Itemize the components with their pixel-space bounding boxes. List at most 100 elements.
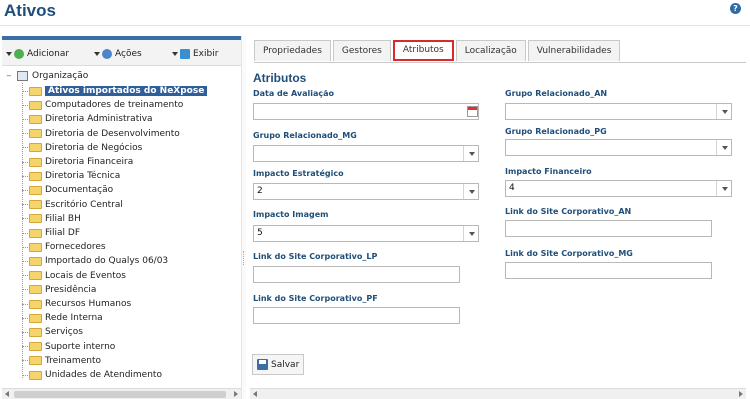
tree-item-label: Escritório Central	[45, 199, 123, 210]
save-button[interactable]: Salvar	[252, 354, 304, 375]
tree-branch-line	[22, 360, 28, 362]
view-menu-button[interactable]: Exibir	[172, 47, 218, 61]
impacto-estrategico-value: 2	[257, 186, 263, 196]
folder-icon	[29, 114, 42, 124]
link-pf-input[interactable]	[253, 307, 460, 324]
tree-item[interactable]: Ativos importados do NeXpose	[22, 85, 208, 97]
tree-horizontal-scrollbar[interactable]	[2, 388, 241, 399]
tree-item[interactable]: Diretoria de Desenvolvimento	[22, 128, 180, 140]
tree-item[interactable]: Rede Interna	[22, 312, 103, 324]
actions-menu-button[interactable]: Ações	[94, 47, 142, 61]
add-icon	[14, 49, 24, 59]
tree-branch-line	[22, 260, 28, 262]
scroll-right-icon[interactable]	[739, 391, 743, 397]
folder-icon	[29, 256, 42, 266]
tab-atributos[interactable]: Atributos	[392, 40, 454, 61]
scroll-right-icon[interactable]	[234, 391, 238, 397]
tree-item[interactable]: Diretoria Administrativa	[22, 113, 153, 125]
tree-branch-line	[22, 118, 28, 120]
tree-item-label: Recursos Humanos	[45, 299, 132, 309]
tree-item[interactable]: Fornecedores	[22, 241, 106, 253]
grupo-mg-select[interactable]	[253, 145, 479, 162]
chevron-down-icon[interactable]	[716, 104, 731, 119]
details-panel: Propriedades Gestores Atributos Localiza…	[246, 36, 750, 399]
tree-item[interactable]: Documentação	[22, 184, 113, 196]
tree-branch-line	[22, 275, 28, 277]
tree-item[interactable]: Diretoria Técnica	[22, 170, 120, 182]
scroll-left-icon[interactable]	[5, 391, 9, 397]
tree-item[interactable]: Diretoria Financeira	[22, 156, 133, 168]
details-horizontal-scrollbar[interactable]	[250, 388, 746, 399]
tree-item[interactable]: Computadores de treinamento	[22, 99, 183, 111]
tree-item-label: Treinamento	[45, 355, 101, 366]
collapse-icon[interactable]: −	[6, 72, 12, 80]
page-title: Ativos	[4, 1, 56, 20]
tree-item[interactable]: Importado do Qualys 06/03	[22, 255, 168, 267]
tree-item[interactable]: Filial BH	[22, 213, 81, 225]
add-menu-button[interactable]: Adicionar	[6, 47, 69, 61]
calendar-icon[interactable]	[467, 106, 478, 117]
tree-branch-line	[22, 175, 28, 177]
view-icon	[180, 49, 190, 59]
tree-item-label: Diretoria Administrativa	[45, 114, 153, 125]
tree-branch-line	[22, 104, 28, 106]
link-an-input[interactable]	[505, 220, 712, 237]
folder-icon	[29, 171, 42, 181]
grupo-pg-select[interactable]	[505, 139, 732, 156]
tab-gestores[interactable]: Gestores	[332, 40, 391, 61]
tree-item[interactable]: Serviços	[22, 326, 83, 338]
chevron-down-icon[interactable]	[463, 146, 478, 161]
link-lp-input[interactable]	[253, 266, 460, 283]
tab-localizacao[interactable]: Localização	[455, 40, 526, 61]
tree-item[interactable]: Diretoria de Negócios	[22, 142, 142, 154]
tree-branch-line	[22, 90, 28, 92]
tree-branch-line	[22, 232, 28, 234]
tree-item[interactable]: Unidades de Atendimento	[22, 369, 162, 381]
tree-branch-line	[22, 289, 28, 291]
tree-item[interactable]: Presidência	[22, 284, 96, 296]
folder-icon	[29, 370, 42, 380]
tab-propriedades[interactable]: Propriedades	[254, 40, 331, 61]
folder-icon	[29, 313, 42, 323]
folder-icon	[29, 285, 42, 295]
folder-icon	[29, 299, 42, 309]
impacto-imagem-label: Impacto Imagem	[253, 210, 329, 219]
tree-branch-line	[22, 331, 28, 333]
tree-item[interactable]: Filial DF	[22, 227, 80, 239]
tree-item[interactable]: Locais de Eventos	[22, 270, 126, 282]
chevron-down-icon[interactable]	[463, 226, 478, 241]
scroll-thumb[interactable]	[14, 391, 226, 398]
grupo-an-select[interactable]	[505, 103, 732, 120]
impacto-financeiro-select[interactable]: 4	[505, 180, 732, 197]
tree-item-label: Filial DF	[45, 228, 81, 238]
data-avaliacao-input[interactable]	[253, 103, 479, 120]
chevron-down-icon[interactable]	[716, 181, 731, 196]
impacto-estrategico-select[interactable]: 2	[253, 183, 479, 200]
tree-item-label: Locais de Eventos	[45, 270, 126, 281]
folder-icon	[29, 242, 42, 252]
tab-vulnerabilidades[interactable]: Vulnerabilidades	[527, 40, 621, 61]
tree-item[interactable]: Escritório Central	[22, 199, 123, 211]
tree-item-label: Fornecedores	[45, 242, 106, 253]
add-label: Adicionar	[27, 49, 70, 59]
tree-branch-line	[22, 317, 28, 319]
tree-branch-line	[22, 147, 28, 149]
chevron-down-icon[interactable]	[463, 184, 478, 199]
tree-item[interactable]: Suporte interno	[22, 341, 115, 353]
tree-root-label: Organização	[32, 71, 89, 81]
help-icon[interactable]: ?	[730, 3, 741, 14]
splitter-grip-icon[interactable]	[243, 251, 245, 265]
folder-icon	[29, 327, 42, 337]
link-mg-input[interactable]	[505, 262, 712, 279]
tree-item[interactable]: Recursos Humanos	[22, 298, 131, 310]
folder-icon	[29, 86, 42, 96]
tree-root-node[interactable]: − Organização	[6, 71, 88, 81]
link-lp-label: Link do Site Corporativo_LP	[253, 252, 378, 261]
chevron-down-icon[interactable]	[716, 140, 731, 155]
link-pf-label: Link do Site Corporativo_PF	[253, 294, 378, 303]
scroll-left-icon[interactable]	[253, 391, 257, 397]
folder-icon	[29, 100, 42, 110]
tree-item[interactable]: Treinamento	[22, 355, 101, 367]
impacto-imagem-select[interactable]: 5	[253, 225, 479, 242]
tree-item-label: Documentação	[45, 185, 114, 196]
